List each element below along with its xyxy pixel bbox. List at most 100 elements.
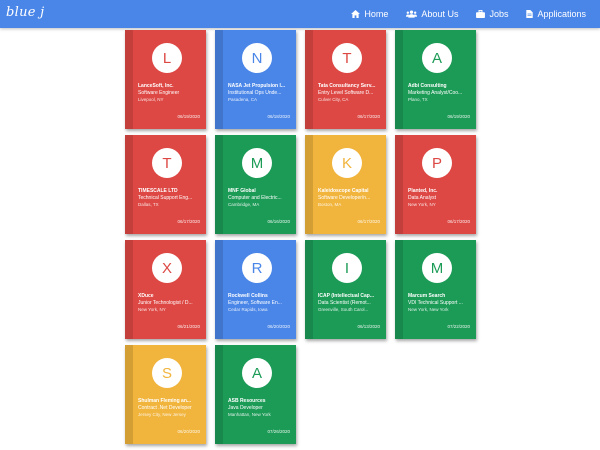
card-location: New York, NY [408, 202, 436, 207]
card-role: Technical Support Eng... [138, 195, 193, 201]
card-location: Greenville, South Carol... [318, 307, 369, 312]
card-avatar: A [422, 43, 452, 73]
card-location: Boston, MA [318, 202, 342, 207]
card-date: 07/22/2020 [447, 324, 470, 329]
nav-about-us-label: About Us [421, 9, 459, 19]
card-avatar: S [152, 358, 182, 388]
card-role: Engineer, Software En... [228, 300, 282, 306]
job-card[interactable]: T Tata Consultancy Serv... Entry Level Sof… [305, 30, 386, 129]
card-company: XDuce [138, 293, 154, 299]
card-role: Computer and Electric... [228, 195, 282, 201]
home-icon [351, 10, 361, 18]
job-card[interactable]: L LanceSoft, Inc. Software Engineer Livepoo… [125, 30, 206, 129]
job-card[interactable]: X XDuce Junior Technologist / D... New York… [125, 240, 206, 339]
card-role: Contract .Net Developer [138, 405, 192, 411]
nav-home-label: Home [364, 9, 389, 19]
job-card[interactable]: S Shulman Fleming an... Contract .Net Deve… [125, 345, 206, 444]
nav-links: Home About Us Jobs Applications [333, 0, 586, 28]
card-company: ICAP (Intellectual Cap... [318, 293, 375, 299]
card-role: Junior Technologist / D... [138, 300, 193, 306]
card-avatar: I [332, 253, 362, 283]
card-location: Manhattan, New York [228, 412, 271, 417]
card-date: 06/13/2020 [357, 324, 380, 329]
card-date: 06/17/2020 [357, 114, 380, 119]
job-card[interactable]: M MNF Global Computer and Electric... Cambr… [215, 135, 296, 234]
nav-about-us[interactable]: About Us [406, 9, 458, 19]
card-company: NASA Jet Propulsion l... [228, 83, 286, 89]
card-avatar: M [242, 148, 272, 178]
card-location: Culver City, CA [318, 97, 349, 102]
card-avatar: P [422, 148, 452, 178]
card-location: Cedar Rapids, Iowa [228, 307, 268, 312]
card-company: Marcum Search [408, 293, 446, 299]
card-location: Dallas, TX [138, 202, 159, 207]
card-company: Adbi Consulting [408, 83, 447, 89]
card-date: 06/19/2020 [177, 114, 200, 119]
card-date: 06/20/2020 [267, 324, 290, 329]
card-avatar: X [152, 253, 182, 283]
card-location: New York, New York [408, 307, 449, 312]
card-avatar: T [152, 148, 182, 178]
card-avatar: K [332, 148, 362, 178]
card-company: Rockwell Collins [228, 293, 268, 299]
job-card-grid: L LanceSoft, Inc. Software Engineer Livepoo… [125, 30, 476, 444]
card-role: Marketing Analyst/Coo... [408, 90, 463, 96]
card-role: Software Engineer [138, 90, 180, 96]
card-location: Plano, TX [408, 97, 428, 102]
card-role: Entry Level Software D... [318, 90, 374, 96]
card-location: Jersey City, New Jersey [138, 412, 186, 417]
card-location: Cambridge, MA [228, 202, 260, 207]
card-avatar: L [152, 43, 182, 73]
card-role: Software Developer/n... [318, 195, 371, 201]
card-avatar: A [242, 358, 272, 388]
card-date: 06/21/2020 [177, 324, 200, 329]
card-role: Institutional Ops Unde... [228, 90, 282, 96]
job-card[interactable]: M Marcum Search VDI Technical Support ... N… [395, 240, 476, 339]
brand-logo[interactable]: blue j [6, 5, 45, 20]
nav-home[interactable]: Home [351, 9, 388, 19]
job-card[interactable]: R Rockwell Collins Engineer, Software En..… [215, 240, 296, 339]
nav-applications[interactable]: Applications [526, 9, 586, 19]
card-date: 06/16/2020 [267, 219, 290, 224]
job-card[interactable]: A ASB Resources Java Developer Manhattan, N… [215, 345, 296, 444]
card-avatar: N [242, 43, 272, 73]
card-company: Shulman Fleming an... [138, 398, 192, 404]
card-role: VDI Technical Support ... [408, 300, 463, 306]
card-date: 06/17/2020 [447, 219, 470, 224]
card-role: Data Analyst [408, 195, 437, 201]
card-avatar: T [332, 43, 362, 73]
card-company: TIMESCALE LTD [138, 188, 178, 194]
job-card[interactable]: P Planted, Inc. Data Analyst New York, NY 06… [395, 135, 476, 234]
navbar: blue j Home About Us Jobs Applications [0, 0, 600, 28]
job-card[interactable]: K Kaleidoscope Capital Software Developer/… [305, 135, 386, 234]
card-location: Livepool, NY [138, 97, 164, 102]
card-date: 06/17/2020 [357, 219, 380, 224]
card-avatar: R [242, 253, 272, 283]
card-role: Java Developer [228, 405, 263, 411]
card-company: Planted, Inc. [408, 188, 438, 194]
users-icon [406, 10, 418, 18]
card-company: ASB Resources [228, 398, 266, 404]
briefcase-icon [476, 10, 486, 18]
card-company: LanceSoft, Inc. [138, 83, 174, 89]
card-avatar: M [422, 253, 452, 283]
nav-jobs-label: Jobs [489, 9, 509, 19]
job-card[interactable]: T TIMESCALE LTD Technical Support Eng... Da… [125, 135, 206, 234]
card-date: 06/19/2020 [447, 114, 470, 119]
card-company: Tata Consultancy Serv... [318, 83, 376, 89]
card-date: 06/17/2020 [177, 219, 200, 224]
job-card[interactable]: I ICAP (Intellectual Cap... Data Scientist… [305, 240, 386, 339]
card-date: 06/18/2020 [267, 114, 290, 119]
card-date: 06/20/2020 [177, 429, 200, 434]
card-role: Data Scientist (Remot... [318, 300, 371, 306]
nav-applications-label: Applications [537, 9, 586, 19]
card-location: Pasadena, CA [228, 97, 258, 102]
job-card[interactable]: N NASA Jet Propulsion l... Institutional O… [215, 30, 296, 129]
card-company: Kaleidoscope Capital [318, 188, 369, 194]
job-card[interactable]: A Adbi Consulting Marketing Analyst/Coo...… [395, 30, 476, 129]
nav-jobs[interactable]: Jobs [476, 9, 508, 19]
card-company: MNF Global [228, 188, 256, 194]
card-location: New York, NY [138, 307, 166, 312]
card-date: 07/26/2020 [267, 429, 290, 434]
document-icon [526, 10, 534, 18]
